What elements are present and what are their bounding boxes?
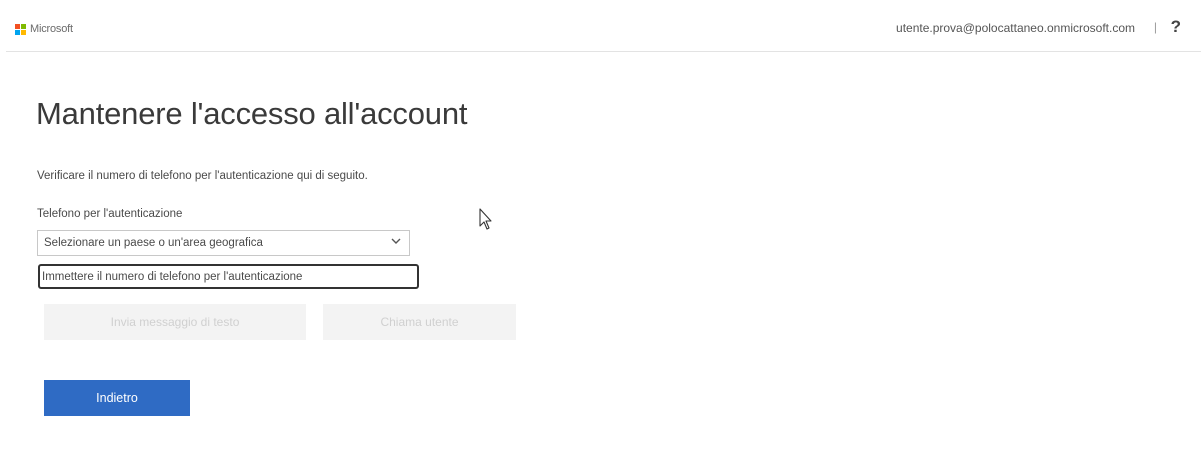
send-text-button[interactable]: Invia messaggio di testo [44, 304, 306, 340]
country-select[interactable]: Selezionare un paese o un'area geografic… [37, 230, 410, 256]
help-icon[interactable]: ? [1171, 17, 1181, 37]
brand-name: Microsoft [30, 23, 73, 35]
phone-number-input[interactable] [38, 264, 419, 289]
microsoft-logo-icon [15, 23, 26, 35]
page: Microsoft utente.prova@polocattaneo.onmi… [0, 0, 1203, 458]
phone-label: Telefono per l'autenticazione [37, 208, 183, 220]
chevron-down-icon [391, 238, 401, 244]
instructions-text: Verificare il numero di telefono per l'a… [37, 170, 368, 182]
user-email[interactable]: utente.prova@polocattaneo.onmicrosoft.co… [896, 21, 1135, 35]
top-bar: Microsoft utente.prova@polocattaneo.onmi… [6, 8, 1201, 52]
call-user-button[interactable]: Chiama utente [323, 304, 516, 340]
brand: Microsoft [15, 23, 73, 35]
mouse-pointer-icon [479, 208, 492, 230]
back-button[interactable]: Indietro [44, 380, 190, 416]
header-separator: | [1153, 20, 1157, 34]
page-title: Mantenere l'accesso all'account [36, 96, 468, 131]
country-select-value: Selezionare un paese o un'area geografic… [44, 237, 263, 249]
